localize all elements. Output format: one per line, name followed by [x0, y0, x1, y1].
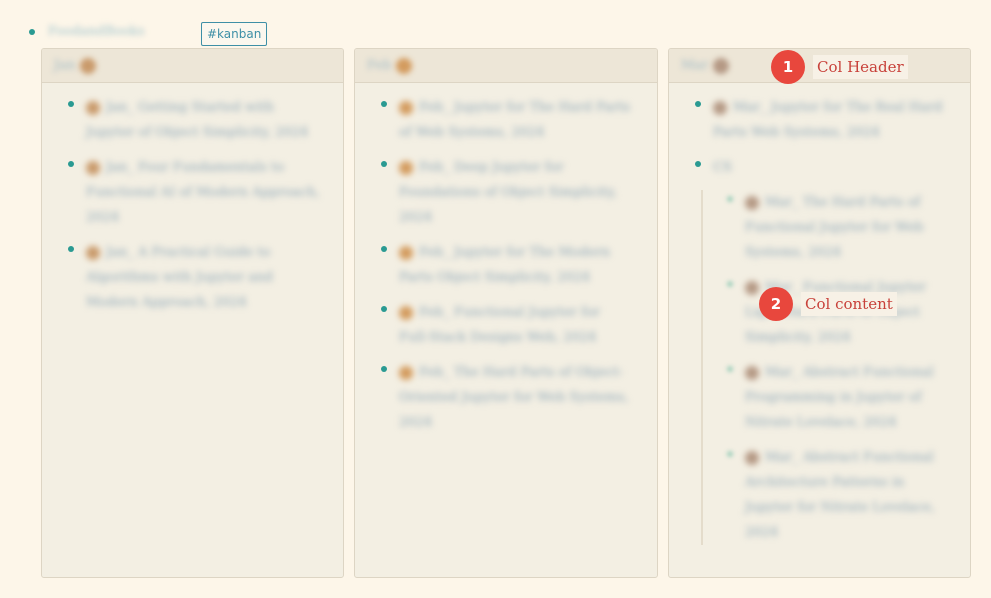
group-label: CS: [713, 160, 732, 175]
annotation-col-header: 1 Col Header: [771, 50, 908, 84]
card-item[interactable]: Feb_ The Hard Parts of Object-Oriented J…: [381, 360, 649, 435]
avatar: [86, 245, 100, 260]
card-item[interactable]: Feb_ Jupyter for The Hard Parts of Web S…: [381, 95, 649, 145]
group-item[interactable]: CS: [695, 155, 962, 180]
card-text: Feb_ Deep Jupyter for Foundations of Obj…: [399, 160, 617, 225]
bullet: [381, 246, 387, 252]
card-text: Mar_ Jupyter for The Real Hard Parts Web…: [713, 100, 943, 140]
card-item[interactable]: Feb_ Functional Jupyter for Full-Stack D…: [381, 300, 649, 350]
card-text: Feb_ Jupyter for The Hard Parts of Web S…: [399, 100, 631, 140]
avatar: [745, 450, 759, 465]
kanban-tag[interactable]: #kanban: [201, 22, 268, 46]
bullet: [381, 161, 387, 167]
bullet: [727, 451, 733, 457]
avatar: [745, 365, 759, 380]
bullet: [695, 161, 701, 167]
avatar: [713, 100, 727, 115]
card-text: Jan_ Four Fundamentals to Functional AI …: [86, 160, 320, 225]
kanban-column-feb: Feb Feb_ Jupyter for The Hard Parts of W…: [354, 48, 658, 578]
annotation-number: 1: [771, 50, 805, 84]
annotation-label: Col content: [801, 292, 897, 316]
bullet: [68, 246, 74, 252]
avatar: [86, 100, 100, 115]
card-item[interactable]: Mar_ The Hard Parts of Functional Jupyte…: [727, 190, 962, 265]
card-text: Feb_ Functional Jupyter for Full-Stack D…: [399, 305, 600, 345]
list-bullet: [29, 29, 35, 35]
avatar: [745, 280, 759, 295]
avatar: [399, 305, 413, 320]
card-text: Jan_ A Practical Guide to Algorithms wit…: [86, 245, 273, 310]
card-text: Mar_ Abstract Functional Programming in …: [745, 365, 934, 430]
annotation-col-content: 2 Col content: [759, 287, 897, 321]
bullet: [381, 306, 387, 312]
kanban-page-title[interactable]: FoodandBooks: [48, 22, 196, 42]
avatar: [399, 160, 413, 175]
card-text: Jan_ Getting Started with Jupyter of Obj…: [86, 100, 309, 140]
bullet: [727, 366, 733, 372]
annotation-number: 2: [759, 287, 793, 321]
avatar: [80, 57, 97, 74]
kanban-column-jan: Jan Jan_ Getting Started with Jupyter of…: [41, 48, 344, 578]
card-item[interactable]: Mar_ Abstract Functional Programming in …: [727, 360, 962, 435]
avatar: [86, 160, 100, 175]
card-text: Feb_ The Hard Parts of Object-Oriented J…: [399, 365, 629, 430]
avatar: [745, 195, 759, 210]
card-text: Mar_ The Hard Parts of Functional Jupyte…: [745, 195, 924, 260]
annotation-label: Col Header: [813, 55, 908, 79]
column-title: Mar: [681, 58, 709, 73]
card-item[interactable]: Feb_ Jupyter for The Modern Parts Object…: [381, 240, 649, 290]
avatar: [399, 245, 413, 260]
column-header[interactable]: Feb: [355, 49, 657, 83]
column-header[interactable]: Jan: [42, 49, 343, 83]
column-title: Feb: [367, 58, 392, 73]
card-item[interactable]: Jan_ Four Fundamentals to Functional AI …: [68, 155, 335, 230]
nested-list: Mar_ The Hard Parts of Functional Jupyte…: [701, 190, 962, 545]
bullet: [695, 101, 701, 107]
card-item[interactable]: Jan_ Getting Started with Jupyter of Obj…: [68, 95, 335, 145]
card-text: Mar_ Abstract Functional Architecture Pa…: [745, 450, 935, 540]
card-item[interactable]: Feb_ Deep Jupyter for Foundations of Obj…: [381, 155, 649, 230]
card-item[interactable]: Mar_ Abstract Functional Architecture Pa…: [727, 445, 962, 545]
bullet: [68, 161, 74, 167]
avatar: [396, 57, 413, 74]
column-content: Jan_ Getting Started with Jupyter of Obj…: [42, 83, 343, 315]
bullet: [381, 366, 387, 372]
card-item[interactable]: Jan_ A Practical Guide to Algorithms wit…: [68, 240, 335, 315]
card-item[interactable]: Mar_ Jupyter for The Real Hard Parts Web…: [695, 95, 962, 145]
card-text: Feb_ Jupyter for The Modern Parts Object…: [399, 245, 611, 285]
avatar: [399, 365, 413, 380]
avatar: [399, 100, 413, 115]
bullet: [68, 101, 74, 107]
column-content: Feb_ Jupyter for The Hard Parts of Web S…: [355, 83, 657, 435]
avatar: [713, 57, 730, 74]
bullet: [727, 196, 733, 202]
column-title: Jan: [54, 58, 76, 73]
bullet: [727, 281, 733, 287]
bullet: [381, 101, 387, 107]
